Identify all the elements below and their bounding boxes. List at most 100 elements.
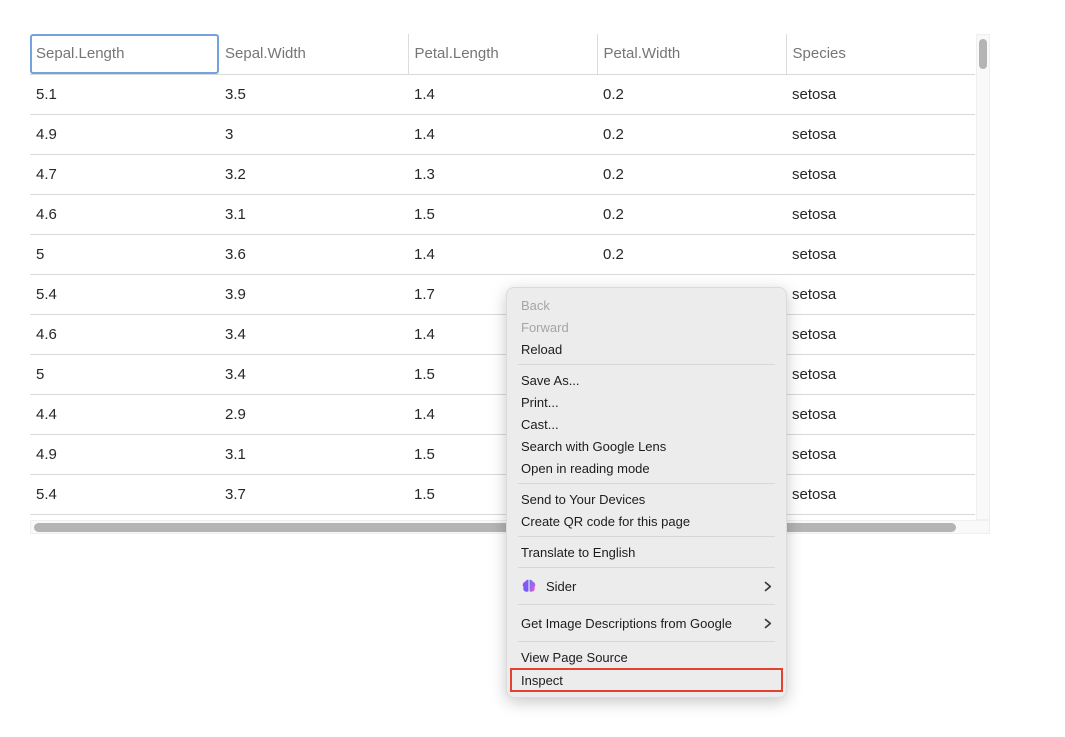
menu-separator [518,604,775,605]
table-cell: 3.4 [219,354,408,394]
table-cell: setosa [786,274,975,314]
table-row: 4.63.41.40.3setosa [30,314,975,354]
table-cell: 0.2 [597,194,786,234]
table-cell: 1.4 [408,74,597,114]
menu-separator [518,536,775,537]
table-cell: 3.5 [219,74,408,114]
menu-item-label: Get Image Descriptions from Google [521,616,732,631]
table-row: 53.41.50.2setosa [30,354,975,394]
menu-separator [518,483,775,484]
column-header-sepal-width[interactable]: Sepal.Width [219,34,408,74]
menu-item-open-in-reading-mode[interactable]: Open in reading mode [507,457,786,479]
table-cell: 4.7 [30,154,219,194]
menu-item-label: Translate to English [521,545,635,560]
vertical-scrollbar[interactable] [976,34,990,520]
menu-item-get-image-descriptions-from-google[interactable]: Get Image Descriptions from Google [507,609,786,637]
table-cell: 3.1 [219,194,408,234]
table-cell: setosa [786,74,975,114]
menu-separator [518,364,775,365]
column-header-petal-length[interactable]: Petal.Length [408,34,597,74]
table-cell: 4.6 [30,314,219,354]
table-cell: 3.2 [219,154,408,194]
menu-item-label: Create QR code for this page [521,514,690,529]
column-header-sepal-length[interactable]: Sepal.Length [30,34,219,74]
submenu-chevron-icon [764,618,772,629]
menu-item-label: Forward [521,320,569,335]
table-row: 5.13.51.40.2setosa [30,74,975,114]
menu-item-label: Send to Your Devices [521,492,645,507]
table-cell: 3.1 [219,434,408,474]
menu-item-label: Inspect [521,673,563,688]
table-cell: setosa [786,314,975,354]
table-header-row: Sepal.LengthSepal.WidthPetal.LengthPetal… [30,34,975,74]
table-cell: 5 [30,234,219,274]
menu-item-label: Search with Google Lens [521,439,666,454]
menu-separator [518,567,775,568]
table-cell: 0.2 [597,114,786,154]
table-cell: setosa [786,354,975,394]
menu-item-label: Cast... [521,417,559,432]
menu-item-send-to-your-devices[interactable]: Send to Your Devices [507,488,786,510]
sider-brain-icon [521,578,537,594]
table-row: 53.61.40.2setosa [30,234,975,274]
table-cell: setosa [786,474,975,514]
table-cell: 1.4 [408,114,597,154]
table-cell: 3.4 [219,314,408,354]
menu-item-print[interactable]: Print... [507,391,786,413]
menu-item-back: Back [507,294,786,316]
menu-item-inspect[interactable]: Inspect [510,668,783,692]
menu-item-forward: Forward [507,316,786,338]
table-cell: 4.4 [30,394,219,434]
table-row: 5.43.91.70.4setosa [30,274,975,314]
table-cell: setosa [786,194,975,234]
table-row: 4.931.40.2setosa [30,114,975,154]
menu-item-label: Print... [521,395,559,410]
table-cell: 5 [30,354,219,394]
table-cell: setosa [786,434,975,474]
table-cell: 0.2 [597,154,786,194]
table-cell: 4.9 [30,434,219,474]
table-cell: 5.4 [30,274,219,314]
table-cell: setosa [786,154,975,194]
menu-item-label: Back [521,298,550,313]
iris-table: Sepal.LengthSepal.WidthPetal.LengthPetal… [30,34,975,515]
column-header-species[interactable]: Species [786,34,975,74]
menu-item-create-qr-code-for-this-page[interactable]: Create QR code for this page [507,510,786,532]
table-cell: 1.5 [408,194,597,234]
menu-item-label: Sider [546,579,576,594]
menu-item-label: Save As... [521,373,580,388]
table-cell: 4.6 [30,194,219,234]
table-cell: 3.9 [219,274,408,314]
menu-item-label: View Page Source [521,650,628,665]
submenu-chevron-icon [764,581,772,592]
menu-item-reload[interactable]: Reload [507,338,786,360]
table-row: 4.73.21.30.2setosa [30,154,975,194]
table-cell: 3 [219,114,408,154]
table-row: 5.43.71.50.2setosa [30,474,975,514]
table-cell: 0.2 [597,234,786,274]
menu-item-label: Reload [521,342,562,357]
table-cell: setosa [786,394,975,434]
table-cell: 3.7 [219,474,408,514]
table-row: 4.93.11.50.1setosa [30,434,975,474]
table-cell: 1.4 [408,234,597,274]
menu-item-translate-to-english[interactable]: Translate to English [507,541,786,563]
table-cell: 2.9 [219,394,408,434]
table-cell: 4.9 [30,114,219,154]
menu-item-search-with-google-lens[interactable]: Search with Google Lens [507,435,786,457]
table-cell: 5.4 [30,474,219,514]
menu-item-save-as[interactable]: Save As... [507,369,786,391]
horizontal-scrollbar-thumb[interactable] [34,523,956,532]
table-cell: 0.2 [597,74,786,114]
table-row: 4.63.11.50.2setosa [30,194,975,234]
table-cell: 3.6 [219,234,408,274]
vertical-scrollbar-thumb[interactable] [979,39,987,69]
context-menu: Back Forward Reload Save As... Print... Cast.… [506,287,787,698]
column-header-petal-width[interactable]: Petal.Width [597,34,786,74]
table-cell: 1.3 [408,154,597,194]
table-cell: setosa [786,114,975,154]
menu-item-cast[interactable]: Cast... [507,413,786,435]
menu-separator [518,641,775,642]
menu-item-view-page-source[interactable]: View Page Source [507,646,786,668]
menu-item-sider[interactable]: Sider [507,572,786,600]
